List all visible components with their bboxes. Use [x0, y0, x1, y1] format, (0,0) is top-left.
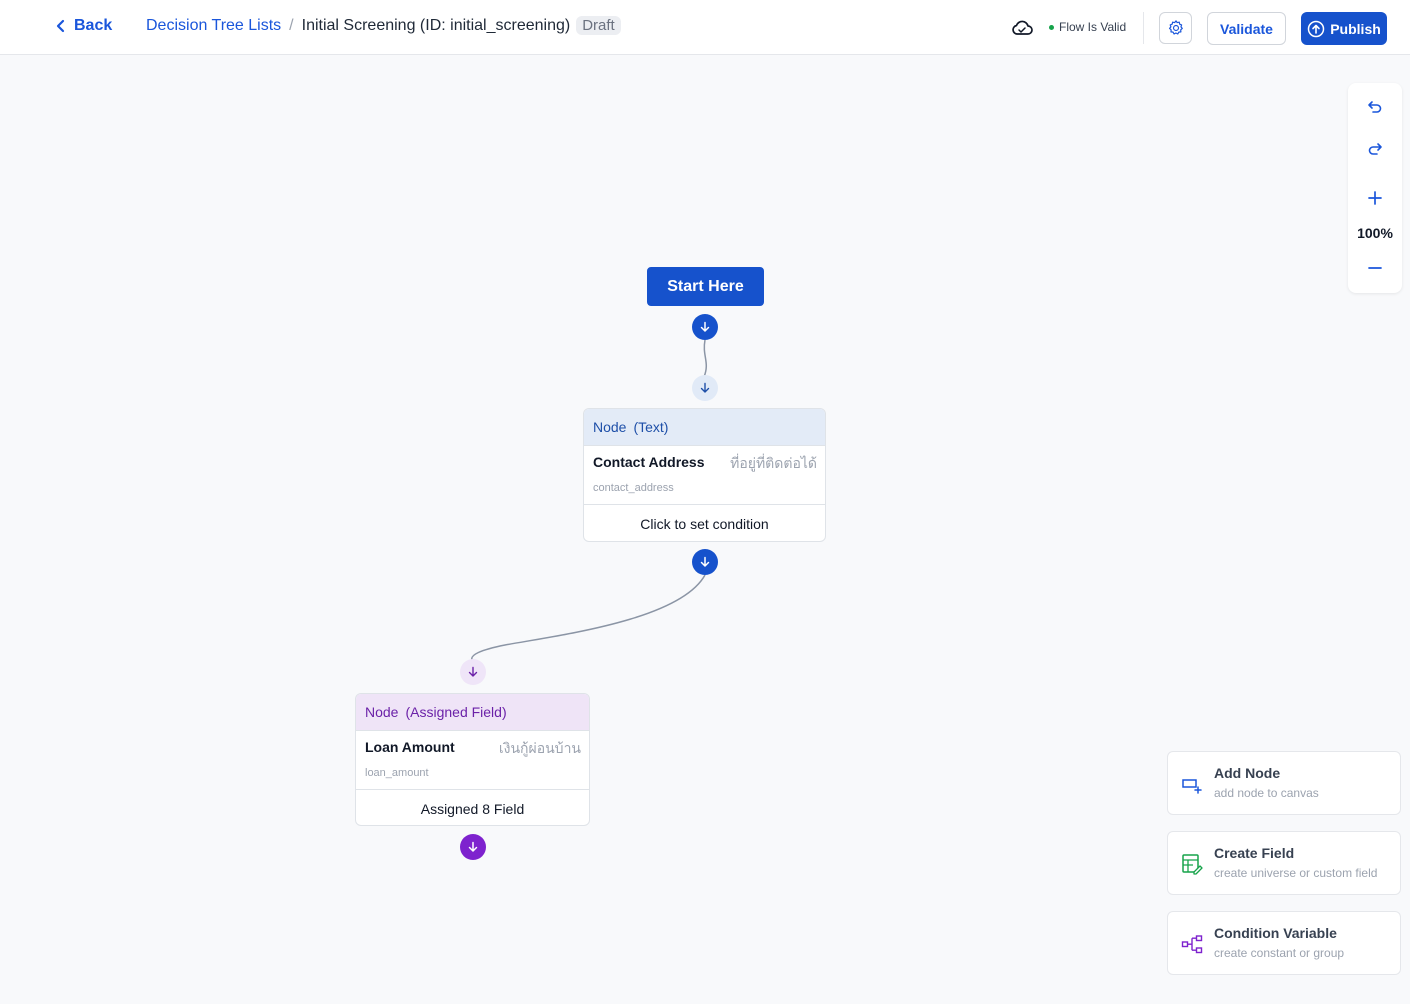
field-key: contact_address [593, 482, 674, 494]
edge-start-to-contact [703, 339, 708, 378]
node-header: Node (Assigned Field) [356, 694, 589, 731]
edge-contact-to-loan [471, 574, 706, 661]
arrow-down-icon [700, 382, 710, 393]
create-field-icon [1182, 854, 1203, 875]
field-label: Loan Amount [365, 739, 455, 755]
loan-output-handle[interactable] [460, 834, 486, 860]
action-subtitle: add node to canvas [1214, 786, 1319, 800]
arrow-down-icon [700, 556, 710, 567]
node-header-label: Node [365, 704, 399, 720]
node-type: (Assigned Field) [405, 704, 507, 720]
add-node-icon [1182, 779, 1202, 794]
condition-variable-card[interactable]: Condition Variable create constant or gr… [1167, 911, 1401, 975]
loan-input-handle[interactable] [460, 659, 486, 685]
action-title: Add Node [1214, 765, 1281, 781]
arrow-down-icon [468, 666, 478, 677]
node-loan-amount[interactable]: Node (Assigned Field) Loan Amount เงินกู… [355, 693, 590, 826]
start-output-handle[interactable] [692, 314, 718, 340]
set-condition-button[interactable]: Click to set condition [584, 505, 825, 541]
field-label: Contact Address [593, 454, 705, 470]
node-contact-address[interactable]: Node (Text) Contact Address ที่อยู่ที่ติ… [583, 408, 826, 542]
node-header: Node (Text) [584, 409, 825, 446]
field-thai-label: เงินกู้ผ่อนบ้าน [498, 740, 581, 756]
node-type: (Text) [633, 419, 669, 435]
arrow-down-icon [468, 841, 478, 852]
condition-variable-icon [1181, 935, 1203, 954]
node-field: Loan Amount เงินกู้ผ่อนบ้าน loan_amount [356, 731, 589, 790]
arrow-down-icon [700, 321, 710, 332]
start-here-button[interactable]: Start Here [647, 267, 764, 306]
action-subtitle: create constant or group [1214, 946, 1345, 960]
contact-output-handle[interactable] [692, 549, 718, 575]
node-field: Contact Address ที่อยู่ที่ติดต่อได้ cont… [584, 446, 825, 505]
field-key: loan_amount [365, 767, 429, 779]
action-title: Create Field [1214, 845, 1295, 861]
create-field-card[interactable]: Create Field create universe or custom f… [1167, 831, 1401, 895]
assigned-fields-button[interactable]: Assigned 8 Field [356, 790, 589, 825]
field-thai-label: ที่อยู่ที่ติดต่อได้ [730, 455, 817, 471]
action-subtitle: create universe or custom field [1214, 866, 1378, 880]
action-title: Condition Variable [1214, 925, 1337, 941]
add-node-card[interactable]: Add Node add node to canvas [1167, 751, 1401, 815]
node-header-label: Node [593, 419, 627, 435]
contact-input-handle[interactable] [692, 375, 718, 401]
